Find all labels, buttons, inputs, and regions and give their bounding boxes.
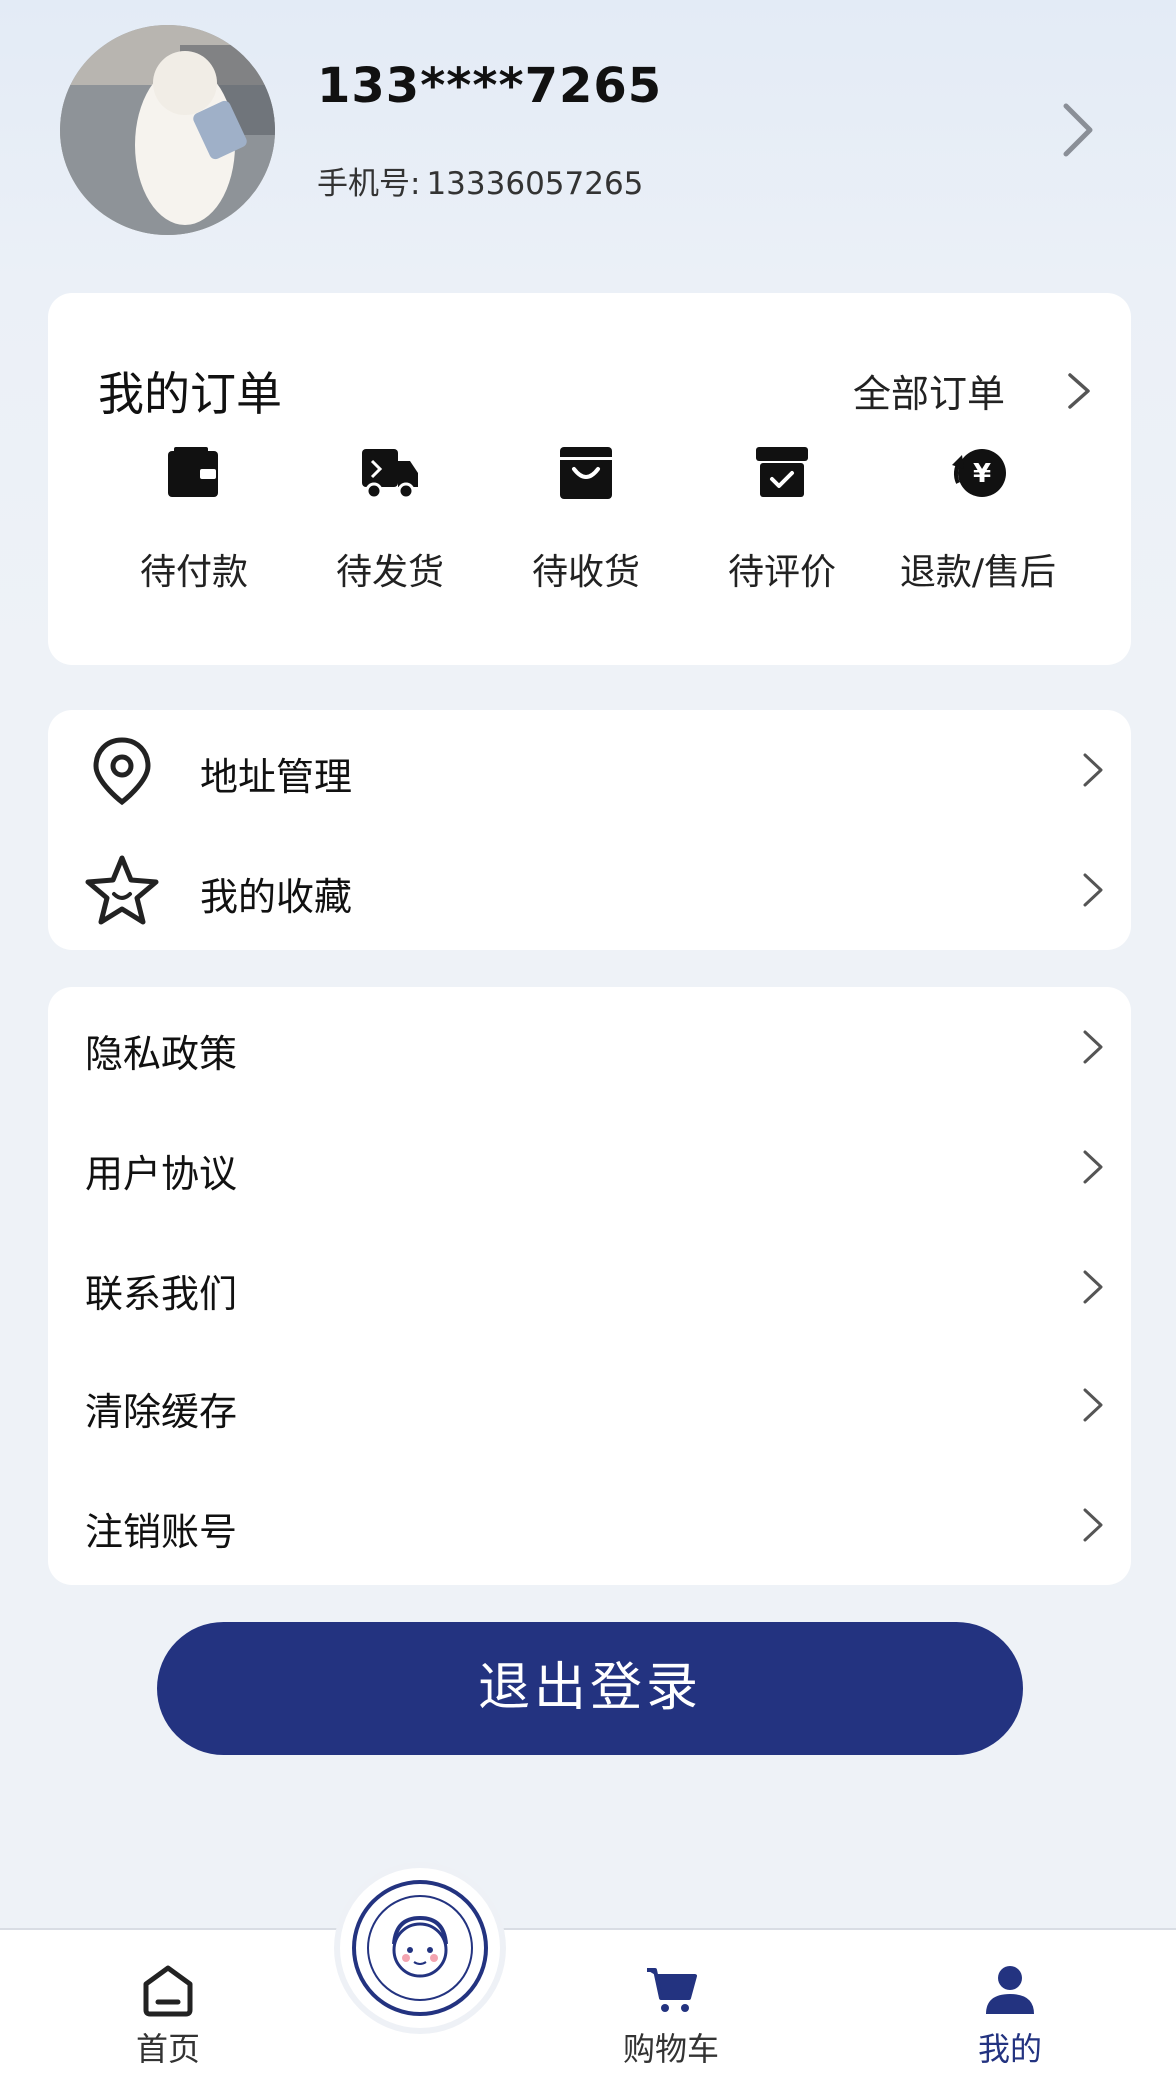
cart-icon bbox=[647, 1968, 697, 2012]
user-name: 133****7265 bbox=[317, 58, 663, 114]
menu-item-privacy-policy[interactable]: 隐私政策 bbox=[48, 987, 1131, 1105]
tab-label: 购物车 bbox=[622, 2030, 719, 2068]
tab-mine[interactable]: 我的 bbox=[930, 1960, 1090, 2080]
user-icon bbox=[986, 1966, 1034, 2014]
order-label: 待发货 bbox=[335, 552, 444, 593]
tab-label: 首页 bbox=[135, 2030, 200, 2068]
order-pending-payment[interactable]: 待付款 bbox=[96, 443, 292, 613]
chevron-right-icon bbox=[1083, 1030, 1103, 1064]
logout-button[interactable]: 退出登录 bbox=[157, 1622, 1023, 1755]
order-refund[interactable]: ¥ 退款/售后 bbox=[880, 443, 1076, 613]
wallet-icon bbox=[168, 447, 218, 497]
orders-card: 我的订单 全部订单 待付款 待发货 待收货 待评价 ¥ 退款/售后 bbox=[48, 293, 1131, 665]
chevron-right-icon bbox=[1083, 753, 1103, 787]
menu-label: 我的收藏 bbox=[200, 875, 353, 919]
order-label: 待收货 bbox=[531, 552, 640, 593]
menu-label: 联系我们 bbox=[85, 1272, 238, 1316]
bottom-tab-bar: 首页 购物车 我的 bbox=[0, 1928, 1176, 2091]
chevron-right-icon[interactable] bbox=[1060, 102, 1096, 158]
order-pending-review[interactable]: 待评价 bbox=[684, 443, 880, 613]
profile-header[interactable]: 133****7265 手机号: 13336057265 bbox=[0, 0, 1176, 270]
menu-label: 清除缓存 bbox=[85, 1390, 238, 1434]
order-pending-shipment[interactable]: 待发货 bbox=[292, 443, 488, 613]
chevron-right-icon[interactable] bbox=[1066, 371, 1092, 411]
menu-label: 用户协议 bbox=[85, 1152, 238, 1196]
phone-value: 13336057265 bbox=[426, 166, 644, 202]
menu-item-address[interactable]: 地址管理 bbox=[48, 710, 1131, 828]
brand-logo-icon bbox=[352, 1880, 488, 2016]
menu-label: 注销账号 bbox=[85, 1510, 238, 1554]
chevron-right-icon bbox=[1083, 873, 1103, 907]
menu-label: 地址管理 bbox=[200, 755, 353, 799]
menu-item-clear-cache[interactable]: 清除缓存 bbox=[48, 1345, 1131, 1463]
center-logo-button[interactable] bbox=[340, 1868, 500, 2028]
refund-yen-icon: ¥ bbox=[952, 449, 1006, 497]
menu-item-user-agreement[interactable]: 用户协议 bbox=[48, 1107, 1131, 1225]
menu-item-favorites[interactable]: 我的收藏 bbox=[48, 830, 1131, 948]
menu-item-delete-account[interactable]: 注销账号 bbox=[48, 1465, 1131, 1583]
tab-home[interactable]: 首页 bbox=[88, 1960, 248, 2080]
order-label: 待付款 bbox=[139, 552, 248, 593]
star-icon bbox=[85, 855, 159, 925]
location-pin-icon bbox=[93, 737, 151, 806]
menu-item-contact-us[interactable]: 联系我们 bbox=[48, 1227, 1131, 1345]
chevron-right-icon bbox=[1083, 1270, 1103, 1304]
avatar[interactable] bbox=[60, 25, 275, 235]
tab-label: 我的 bbox=[977, 2030, 1042, 2068]
chevron-right-icon bbox=[1083, 1388, 1103, 1422]
truck-icon bbox=[362, 449, 418, 500]
all-orders-link[interactable]: 全部订单 bbox=[853, 363, 1005, 418]
menu-card-primary: 地址管理 我的收藏 bbox=[48, 710, 1131, 950]
phone-label: 手机号: bbox=[317, 166, 421, 202]
menu-label: 隐私政策 bbox=[85, 1032, 238, 1076]
shopping-bag-icon bbox=[560, 447, 612, 499]
menu-card-settings: 隐私政策 用户协议 联系我们 清除缓存 注销账号 bbox=[48, 987, 1131, 1585]
svg-text:¥: ¥ bbox=[973, 459, 991, 489]
phone-number: 手机号: 13336057265 bbox=[317, 158, 643, 203]
tab-cart[interactable]: 购物车 bbox=[591, 1960, 751, 2080]
chevron-right-icon bbox=[1083, 1508, 1103, 1542]
home-icon bbox=[143, 1965, 193, 2017]
orders-title: 我的订单 bbox=[98, 367, 282, 421]
order-pending-receipt[interactable]: 待收货 bbox=[488, 443, 684, 613]
chevron-right-icon bbox=[1083, 1150, 1103, 1184]
order-label: 待评价 bbox=[727, 552, 836, 593]
order-label: 退款/售后 bbox=[899, 552, 1057, 593]
review-box-icon bbox=[756, 447, 808, 497]
